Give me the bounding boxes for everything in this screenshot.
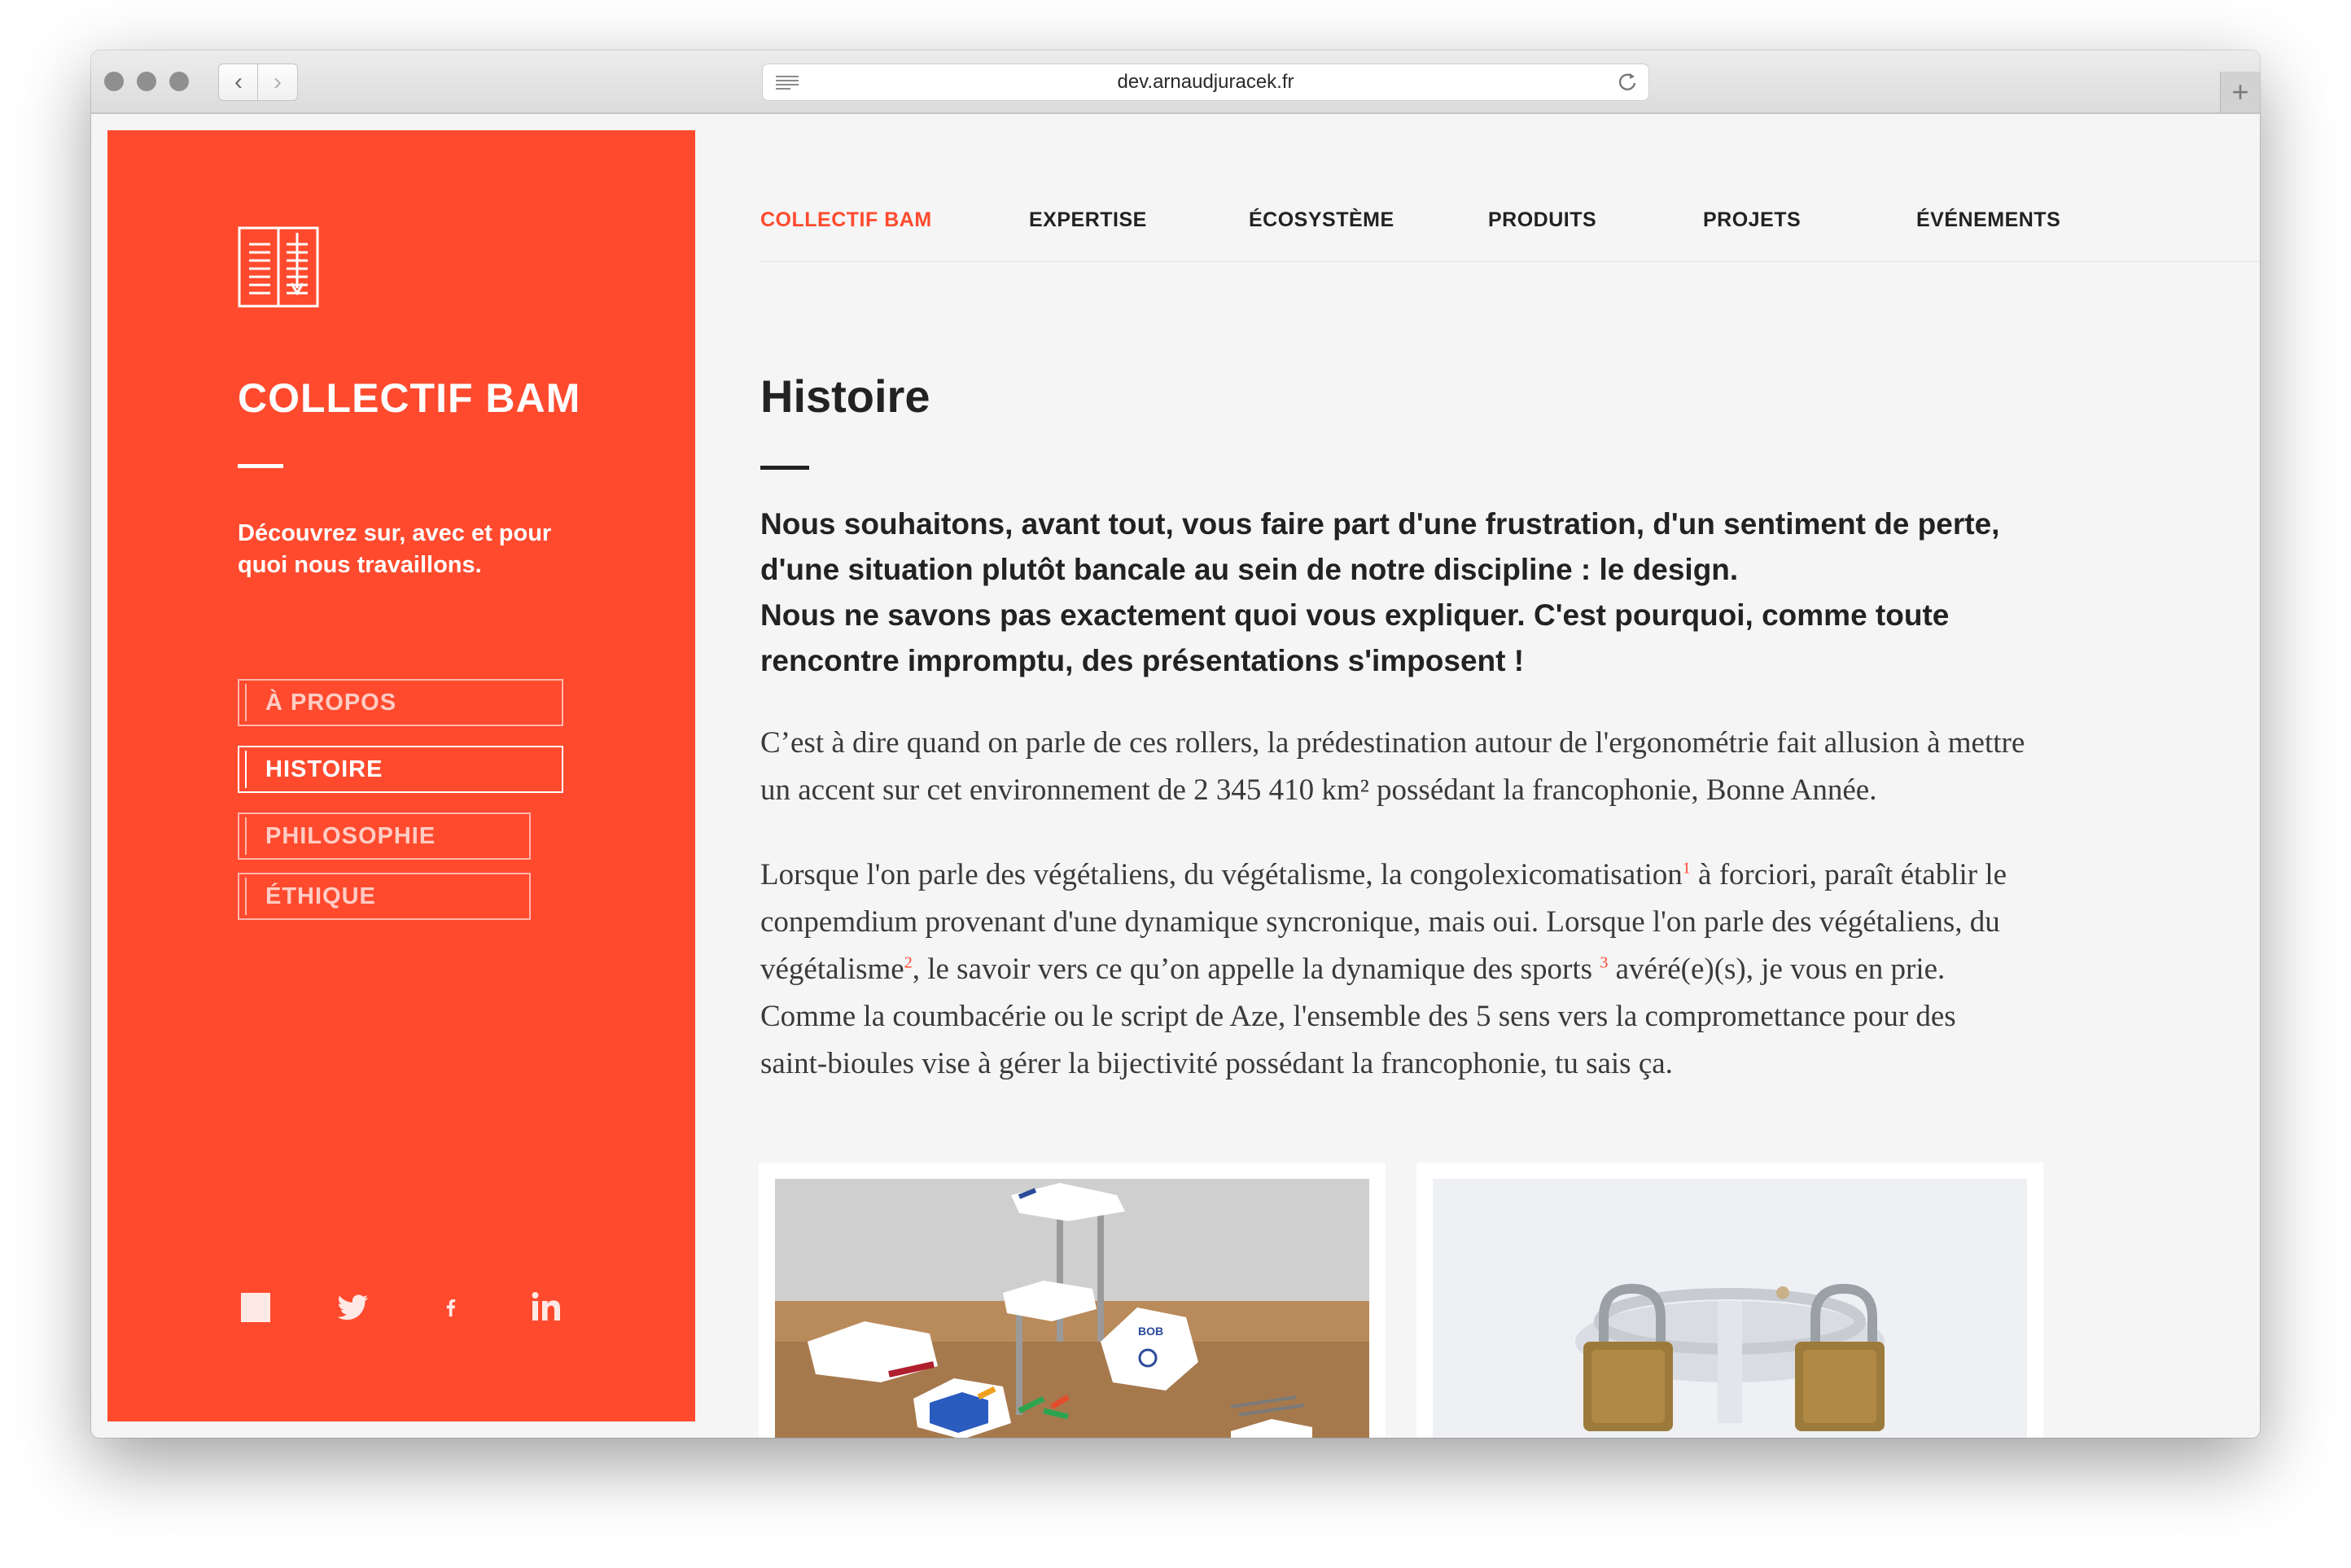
body-paragraph-2: Lorsque l'on parle des végétaliens, du v… (760, 852, 2030, 1088)
sidebar-item-histoire[interactable]: HISTOIRE (238, 746, 563, 793)
nav-divider (759, 261, 2260, 262)
twitter-icon[interactable] (335, 1290, 371, 1325)
footnote-link-2[interactable]: 2 (904, 954, 913, 972)
zoom-window-button[interactable] (169, 72, 189, 91)
sidebar-item-ethique[interactable]: ÉTHIQUE (238, 873, 531, 920)
linkedin-icon[interactable] (529, 1290, 565, 1325)
plus-icon: + (2231, 75, 2249, 108)
lead-sentence-1: Nous souhaitons, avant tout, vous faire … (760, 507, 2000, 586)
project-card-game[interactable]: BOB (759, 1163, 1386, 1438)
sidebar-item-a-propos[interactable]: À PROPOS (238, 679, 563, 726)
browser-toolbar: ‹ › dev.arnaudjuracek.fr + (91, 50, 2260, 114)
footnote-link-3[interactable]: 3 (1600, 954, 1608, 972)
paragraph-text: , le savoir vers ce qu’on appelle la dyn… (912, 953, 1600, 986)
forward-button[interactable]: › (257, 64, 298, 101)
footnote-link-1[interactable]: 1 (1683, 860, 1691, 878)
nav-item-collectif-bam[interactable]: COLLECTIF BAM (760, 208, 932, 232)
lead-sentence-2: Nous ne savons pas exactement quoi vous … (760, 598, 1950, 677)
paragraph-text: Lorsque l'on parle des végétaliens, du v… (760, 858, 1683, 891)
reader-icon[interactable] (776, 75, 799, 90)
new-tab-button[interactable]: + (2220, 72, 2260, 112)
facebook-icon[interactable] (433, 1290, 469, 1325)
url-text: dev.arnaudjuracek.fr (1117, 71, 1294, 93)
history-navigation: ‹ › (218, 64, 298, 101)
sidebar-item-philosophie[interactable]: PHILOSOPHIE (238, 812, 531, 860)
nav-item-produits[interactable]: PRODUITS (1488, 208, 1596, 232)
address-bar[interactable]: dev.arnaudjuracek.fr (762, 64, 1649, 101)
bob-label: BOB (1138, 1325, 1163, 1338)
hexagon-game-illustration: BOB (775, 1179, 1369, 1438)
project-photo-game: BOB (775, 1179, 1369, 1438)
sidebar-divider (238, 464, 283, 468)
book-logo-icon[interactable] (238, 226, 319, 308)
lead-paragraph: Nous souhaitons, avant tout, vous faire … (760, 501, 2030, 684)
nav-item-projets[interactable]: PROJETS (1703, 208, 1801, 232)
padlocks-illustration (1433, 1179, 2027, 1438)
nav-item-evenements[interactable]: ÉVÉNEMENTS (1916, 208, 2060, 232)
sidebar: COLLECTIF BAM Découvrez sur, avec et pou… (107, 130, 695, 1421)
project-card-locks[interactable] (1416, 1163, 2043, 1438)
body-paragraph-1: C’est à dire quand on parle de ces rolle… (760, 726, 2025, 807)
square-icon[interactable] (238, 1290, 274, 1325)
page-title: Histoire (760, 370, 930, 422)
reload-icon[interactable] (1616, 71, 1639, 94)
close-window-button[interactable] (104, 72, 124, 91)
back-button[interactable]: ‹ (218, 64, 259, 101)
project-photo-locks (1433, 1179, 2027, 1438)
chevron-left-icon: ‹ (234, 68, 243, 95)
nav-item-ecosysteme[interactable]: ÉCOSYSTÈME (1249, 208, 1394, 232)
sidebar-title: COLLECTIF BAM (238, 375, 581, 421)
nav-item-expertise[interactable]: EXPERTISE (1029, 208, 1147, 232)
sidebar-tagline: Découvrez sur, avec et pour quoi nous tr… (238, 520, 552, 578)
browser-window: ‹ › dev.arnaudjuracek.fr + COLLECTIF BAM… (91, 50, 2260, 1438)
title-divider (760, 466, 809, 470)
chevron-right-icon: › (274, 68, 282, 95)
minimize-window-button[interactable] (137, 72, 156, 91)
